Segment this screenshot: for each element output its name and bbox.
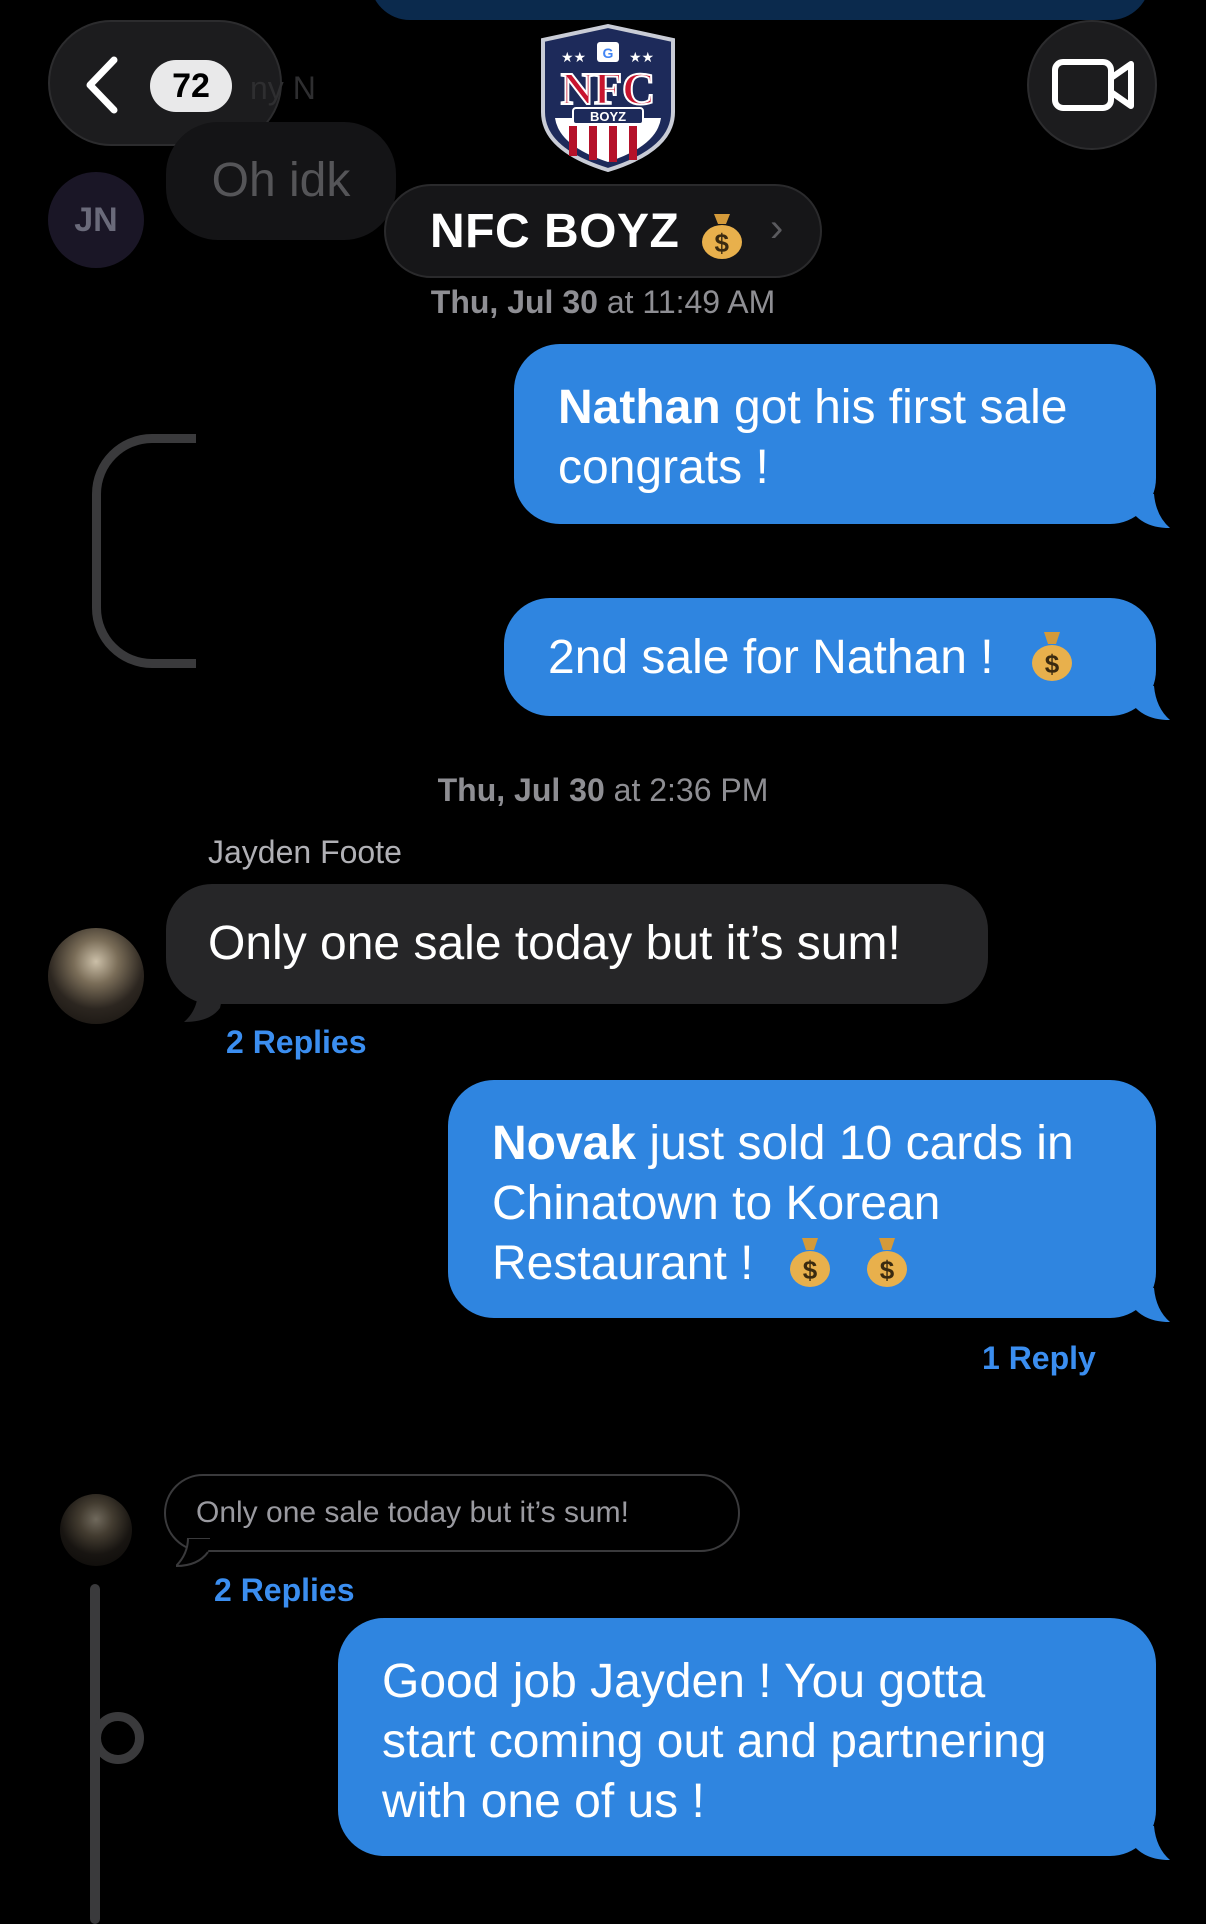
replies-link[interactable]: 1 Reply — [982, 1340, 1096, 1377]
message-bubble-incoming[interactable]: Only one sale today but it’s sum! — [166, 884, 988, 1004]
avatar: JN — [48, 172, 144, 268]
bubble-tail — [184, 990, 224, 1022]
video-camera-icon — [1052, 59, 1134, 111]
avatar[interactable] — [48, 928, 144, 1024]
group-name: NFC BOYZ $ — [430, 204, 745, 260]
logo-text: NFC — [561, 63, 656, 114]
svg-text:★★: ★★ — [629, 49, 654, 65]
thread-loop — [92, 1712, 144, 1764]
sender-name: Jayden Foote — [208, 834, 402, 870]
message-bubble-outgoing[interactable]: Novak just sold 10 cards in Chinatown to… — [448, 1080, 1170, 1322]
avatar — [60, 1494, 132, 1566]
svg-text:★★: ★★ — [561, 49, 586, 65]
message-bubble-outgoing[interactable]: 2nd sale for Nathan ! $ — [504, 598, 1170, 720]
replies-link[interactable]: 2 Replies — [214, 1572, 355, 1609]
money-bag-icon: $ — [1031, 632, 1072, 682]
bubble-tail — [176, 1538, 210, 1568]
message-bubble-outgoing[interactable]: Nathan got his first sale congrats ! — [514, 344, 1170, 528]
bubble-tail — [1130, 686, 1170, 720]
faded-sender-name: ny N — [250, 70, 316, 106]
drawn-bracket — [92, 434, 196, 668]
timestamp: Thu, Jul 30 at 2:36 PM — [437, 772, 769, 808]
svg-text:G: G — [603, 45, 614, 61]
svg-text:$: $ — [1045, 649, 1060, 679]
quoted-message[interactable]: Only one sale today but it’s sum! — [164, 1474, 740, 1552]
replies-link[interactable]: 2 Replies — [226, 1024, 367, 1061]
chevron-left-icon — [86, 56, 118, 114]
group-logo: NFC BOYZ ★★ ★★ G — [541, 23, 675, 172]
faded-message-bubble: Oh idk — [166, 122, 396, 240]
bubble-tail — [1130, 494, 1170, 528]
unread-count-badge: 72 — [150, 60, 232, 112]
money-bag-icon: $ — [702, 214, 743, 260]
video-call-button[interactable] — [1027, 20, 1157, 150]
svg-text:$: $ — [715, 228, 730, 258]
chevron-right-icon: › — [770, 206, 784, 250]
bubble-tail — [1130, 1288, 1170, 1322]
svg-text:$: $ — [803, 1255, 818, 1285]
group-name-text: NFC BOYZ — [430, 205, 680, 258]
timestamp: Thu, Jul 30 at 11:49 AM — [430, 284, 776, 320]
bubble-tail — [1130, 1826, 1170, 1860]
money-bag-icon: $ — [789, 1238, 830, 1288]
logo-subtext: BOYZ — [590, 109, 626, 124]
money-bag-icon: $ — [867, 1238, 908, 1288]
message-bubble-outgoing[interactable]: Good job Jayden ! You gotta start coming… — [338, 1618, 1170, 1860]
previous-message-edge — [370, 0, 1150, 20]
svg-text:$: $ — [880, 1255, 895, 1285]
